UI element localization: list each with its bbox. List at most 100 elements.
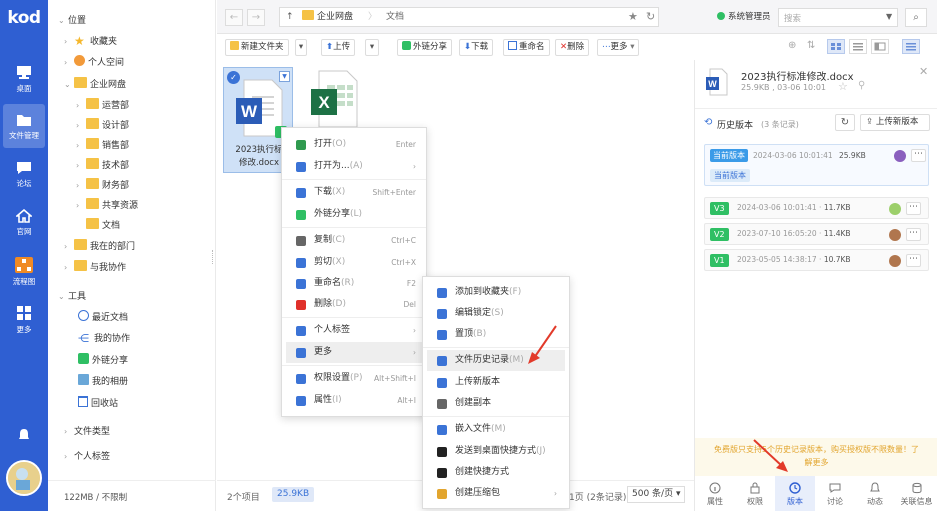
menu-item-desktop-shortcut[interactable]: 发送到桌面快捷方式(J) bbox=[427, 441, 565, 462]
star-icon[interactable]: ☆ bbox=[838, 80, 848, 93]
back-button[interactable]: ← bbox=[225, 9, 243, 26]
breadcrumb-enterprise[interactable]: 企业网盘 bbox=[302, 8, 353, 26]
learn-more-link[interactable]: 解更多 bbox=[695, 456, 937, 469]
nav-flowchart[interactable]: 流程图 bbox=[3, 248, 45, 292]
tree-favorites[interactable]: › ★ 收藏夹 bbox=[64, 33, 117, 51]
menu-item-more[interactable]: 更多 › bbox=[286, 342, 424, 363]
delete-button[interactable]: ✕删除 bbox=[555, 39, 590, 56]
arrow-up-icon[interactable]: ↑ bbox=[286, 8, 294, 26]
tab-discussion[interactable]: 讨论 bbox=[815, 476, 855, 511]
tree-personal-space[interactable]: › 个人空间 bbox=[64, 54, 124, 72]
menu-item-info[interactable]: 属性(I) Alt+I bbox=[286, 390, 424, 411]
new-dropdown-icon[interactable]: ▾ bbox=[295, 39, 307, 56]
search-input[interactable]: 搜索 bbox=[778, 8, 898, 27]
new-folder-button[interactable]: 新建文件夹 bbox=[225, 39, 289, 56]
tree-dept-finance[interactable]: › 财务部 bbox=[76, 177, 129, 195]
version-more-button[interactable]: ⋯ bbox=[906, 202, 921, 215]
version-more-button[interactable]: ⋯ bbox=[906, 254, 921, 267]
tab-properties[interactable]: 属性 bbox=[695, 476, 735, 511]
tree-my-dept[interactable]: › 我在的部门 bbox=[64, 238, 135, 256]
search-icon[interactable]: ⌕ bbox=[905, 8, 927, 27]
version-row-v3[interactable]: V3 2024-03-06 10:01:41 · 11.7KB ⋯ bbox=[704, 197, 929, 219]
upload-button[interactable]: ⬆上传 bbox=[321, 39, 356, 56]
menu-item-shortcut[interactable]: 创建快捷方式 bbox=[427, 462, 565, 483]
nav-more[interactable]: 更多 bbox=[3, 296, 45, 340]
toggle-info-panel[interactable] bbox=[902, 39, 920, 54]
tree-link-share[interactable]: 外链分享 bbox=[78, 352, 128, 370]
pin-icon[interactable]: ⚲ bbox=[858, 80, 865, 91]
star-icon[interactable]: ★ bbox=[628, 8, 638, 26]
view-list[interactable] bbox=[849, 39, 867, 54]
refresh-icon[interactable]: ↻ bbox=[646, 8, 655, 26]
tree-dept-sales[interactable]: › 销售部 bbox=[76, 137, 129, 155]
menu-item-duplicate[interactable]: 创建副本 bbox=[427, 393, 565, 414]
nav-website[interactable]: 官网 bbox=[3, 200, 45, 244]
view-icon-grid[interactable] bbox=[827, 39, 845, 54]
tree-recycle-bin[interactable]: 回收站 bbox=[78, 395, 118, 413]
tree-dept-ops[interactable]: › 运营部 bbox=[76, 97, 129, 115]
tab-activity[interactable]: 动态 bbox=[855, 476, 895, 511]
forward-button[interactable]: → bbox=[247, 9, 265, 26]
zoom-icon[interactable]: ⊕ bbox=[788, 40, 796, 51]
version-row-v1[interactable]: V1 2023-05-05 14:38:17 · 10.7KB ⋯ bbox=[704, 249, 929, 271]
menu-item-star[interactable]: 添加到收藏夹(F) bbox=[427, 282, 565, 303]
menu-item-download[interactable]: 下载(X) Shift+Enter bbox=[286, 182, 424, 203]
tree-tools[interactable]: ⌄ 工具 bbox=[58, 288, 86, 306]
menu-item-tag[interactable]: 个人标签 › bbox=[286, 320, 424, 341]
bell-icon[interactable] bbox=[17, 428, 31, 442]
download-button[interactable]: ⬇下载 bbox=[459, 39, 494, 56]
sort-icon[interactable]: ⇅ bbox=[807, 40, 815, 51]
user-avatar[interactable] bbox=[6, 460, 42, 496]
tree-file-types[interactable]: › 文件类型 bbox=[64, 423, 110, 441]
menu-item-upload[interactable]: 上传新版本 bbox=[427, 372, 565, 393]
close-icon[interactable]: ✕ bbox=[919, 65, 928, 78]
menu-item-rename[interactable]: 重命名(R) F2 bbox=[286, 273, 424, 294]
breadcrumb-documents[interactable]: 文档 bbox=[386, 8, 404, 26]
menu-item-hotkey: (F) bbox=[509, 287, 522, 297]
menu-item-embed[interactable]: 嵌入文件(M) bbox=[427, 419, 565, 440]
tree-my-album[interactable]: 我的相册 bbox=[78, 373, 128, 391]
version-row-v2[interactable]: V2 2023-07-10 16:05:20 · 11.4KB ⋯ bbox=[704, 223, 929, 245]
menu-item-cut[interactable]: 剪切(X) Ctrl+X bbox=[286, 252, 424, 273]
version-more-button[interactable]: ⋯ bbox=[906, 228, 921, 241]
menu-item-share[interactable]: 外链分享(L) bbox=[286, 204, 424, 225]
nav-desktop[interactable]: 桌面 bbox=[3, 56, 45, 100]
menu-item-open[interactable]: 打开(O) Enter bbox=[286, 134, 424, 155]
tab-related-info[interactable]: 关联信息 bbox=[895, 476, 937, 511]
tree-location[interactable]: ⌄ 位置 bbox=[58, 12, 86, 30]
tree-collab[interactable]: › 与我协作 bbox=[64, 259, 126, 277]
search-scope-dropdown-icon[interactable]: ▼ bbox=[886, 12, 892, 21]
rename-button[interactable]: 重命名 bbox=[503, 39, 550, 56]
tree-recent-docs[interactable]: 最近文档 bbox=[78, 309, 128, 327]
upload-dropdown-icon[interactable]: ▾ bbox=[365, 39, 379, 56]
more-button[interactable]: ⋯更多 ▾ bbox=[597, 39, 640, 56]
current-user[interactable]: 系统管理员 bbox=[717, 10, 771, 22]
menu-item-zip[interactable]: 创建压缩包 › bbox=[427, 483, 565, 504]
nav-label: 官网 bbox=[16, 227, 32, 236]
nav-forum[interactable]: 论坛 bbox=[3, 152, 45, 196]
menu-item-permission[interactable]: 权限设置(P) Alt+Shift+I bbox=[286, 368, 424, 389]
pane-resize-handle[interactable] bbox=[212, 250, 214, 264]
tree-documents[interactable]: 文档 bbox=[86, 217, 120, 235]
tree-enterprise-drive[interactable]: ⌄ 企业网盘 bbox=[64, 76, 126, 94]
tab-versions[interactable]: 版本 bbox=[775, 476, 815, 511]
per-page-select[interactable]: 500 条/页 ▾ bbox=[627, 486, 686, 503]
share-button[interactable]: 外链分享 bbox=[397, 39, 453, 56]
tree-dept-design[interactable]: › 设计部 bbox=[76, 117, 129, 135]
menu-item-label: 属性(I) bbox=[314, 395, 342, 405]
refresh-button[interactable]: ↻ bbox=[835, 114, 855, 131]
version-more-button[interactable]: ⋯ bbox=[911, 149, 926, 162]
tree-shared-resources[interactable]: › 共享资源 bbox=[76, 197, 138, 215]
view-split[interactable] bbox=[871, 39, 889, 54]
tab-permissions[interactable]: 权限 bbox=[735, 476, 775, 511]
tree-my-collab[interactable]: ⋲ 我的协作 bbox=[78, 330, 130, 348]
current-version-row[interactable]: 当前版本 2024-03-06 10:01:41 25.9KB ⋯ 当前版本 bbox=[704, 144, 929, 186]
upload-new-version-button[interactable]: ⇪ 上传新版本 bbox=[860, 114, 930, 131]
nav-file-manager[interactable]: 文件管理 bbox=[3, 104, 45, 148]
menu-item-delete[interactable]: 删除(D) Del bbox=[286, 294, 424, 315]
tree-personal-tags[interactable]: › 个人标签 bbox=[64, 448, 110, 466]
menu-item-copy[interactable]: 复制(C) Ctrl+C bbox=[286, 230, 424, 251]
tree-dept-tech[interactable]: › 技术部 bbox=[76, 157, 129, 175]
menu-item-open-as[interactable]: 打开为...(A) › bbox=[286, 156, 424, 177]
menu-item-shortcut: Ctrl+X bbox=[391, 258, 416, 267]
